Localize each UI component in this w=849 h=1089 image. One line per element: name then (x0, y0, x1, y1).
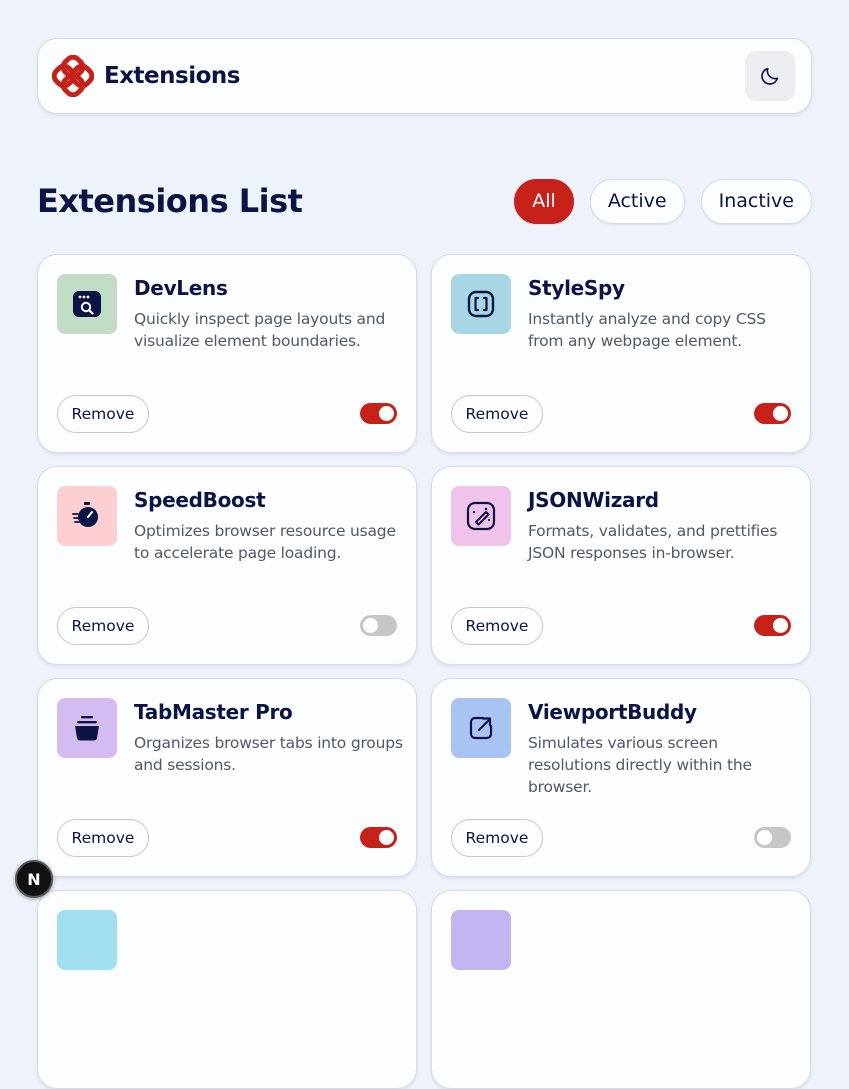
toggle-knob (773, 406, 788, 421)
extension-icon-box (451, 910, 511, 970)
extension-name: ViewportBuddy (528, 700, 697, 724)
toggle-knob (363, 618, 378, 633)
extension-icon-box (451, 698, 511, 758)
extension-name: StyleSpy (528, 276, 625, 300)
active-toggle[interactable] (754, 827, 791, 848)
extension-description: Formats, validates, and prettifies JSON … (528, 522, 778, 562)
filter-group: All Active Inactive (514, 178, 812, 224)
extension-icon-box (57, 910, 117, 970)
extension-icon-box (451, 274, 511, 334)
remove-button[interactable]: Remove (451, 395, 543, 433)
active-toggle[interactable] (360, 615, 397, 636)
extension-card: ViewportBuddy Simulates various screen r… (431, 678, 811, 877)
extension-card (431, 890, 811, 1089)
filter-active-button[interactable]: Active (589, 178, 685, 224)
extension-name: SpeedBoost (134, 488, 266, 512)
moon-icon (761, 67, 779, 85)
toggle-knob (379, 406, 394, 421)
extension-icon-box (451, 486, 511, 546)
extension-icon-box (57, 698, 117, 758)
extension-card: StyleSpy Instantly analyze and copy CSS … (431, 254, 811, 453)
jsonwizard-icon (466, 501, 496, 531)
brand: Extensions (52, 55, 240, 97)
extension-description: Organizes browser tabs into groups and s… (134, 734, 403, 774)
page-title: Extensions List (37, 182, 303, 220)
devlens-icon (73, 291, 101, 317)
tabmaster-icon (75, 716, 99, 741)
toggle-knob (773, 618, 788, 633)
extension-description: Quickly inspect page layouts and visuali… (134, 310, 386, 350)
extensions-logo-icon (52, 55, 94, 97)
active-toggle[interactable] (360, 827, 397, 848)
brand-name: Extensions (104, 63, 240, 89)
app-header: Extensions (37, 38, 812, 114)
extension-description: Instantly analyze and copy CSS from any … (528, 310, 766, 350)
extensions-grid: DevLens Quickly inspect page layouts and… (37, 254, 812, 1089)
filter-all-button[interactable]: All (514, 178, 574, 224)
list-header: Extensions List All Active Inactive (37, 178, 812, 224)
stylespy-icon (467, 290, 495, 318)
active-toggle[interactable] (754, 615, 791, 636)
remove-button[interactable]: Remove (451, 819, 543, 857)
viewportbuddy-icon (469, 716, 493, 740)
extension-card: TabMaster Pro Organizes browser tabs int… (37, 678, 417, 877)
extension-card: JSONWizard Formats, validates, and prett… (431, 466, 811, 665)
extension-name: JSONWizard (528, 488, 659, 512)
extension-card: DevLens Quickly inspect page layouts and… (37, 254, 417, 453)
extension-name: TabMaster Pro (134, 700, 293, 724)
extension-icon-box (57, 274, 117, 334)
theme-toggle-button[interactable] (745, 51, 795, 101)
remove-button[interactable]: Remove (57, 607, 149, 645)
extension-description: Simulates various screen resolutions dir… (528, 734, 752, 796)
extension-card: SpeedBoost Optimizes browser resource us… (37, 466, 417, 665)
filter-inactive-button[interactable]: Inactive (700, 178, 812, 224)
speedboost-icon (72, 502, 98, 527)
extension-description: Optimizes browser resource usage to acce… (134, 522, 396, 562)
remove-button[interactable]: Remove (451, 607, 543, 645)
dev-tools-badge[interactable]: N (15, 860, 53, 898)
toggle-knob (379, 830, 394, 845)
toggle-knob (757, 830, 772, 845)
extension-name: DevLens (134, 276, 228, 300)
active-toggle[interactable] (754, 403, 791, 424)
extension-icon-box (57, 486, 117, 546)
remove-button[interactable]: Remove (57, 395, 149, 433)
remove-button[interactable]: Remove (57, 819, 149, 857)
active-toggle[interactable] (360, 403, 397, 424)
extension-card (37, 890, 417, 1089)
